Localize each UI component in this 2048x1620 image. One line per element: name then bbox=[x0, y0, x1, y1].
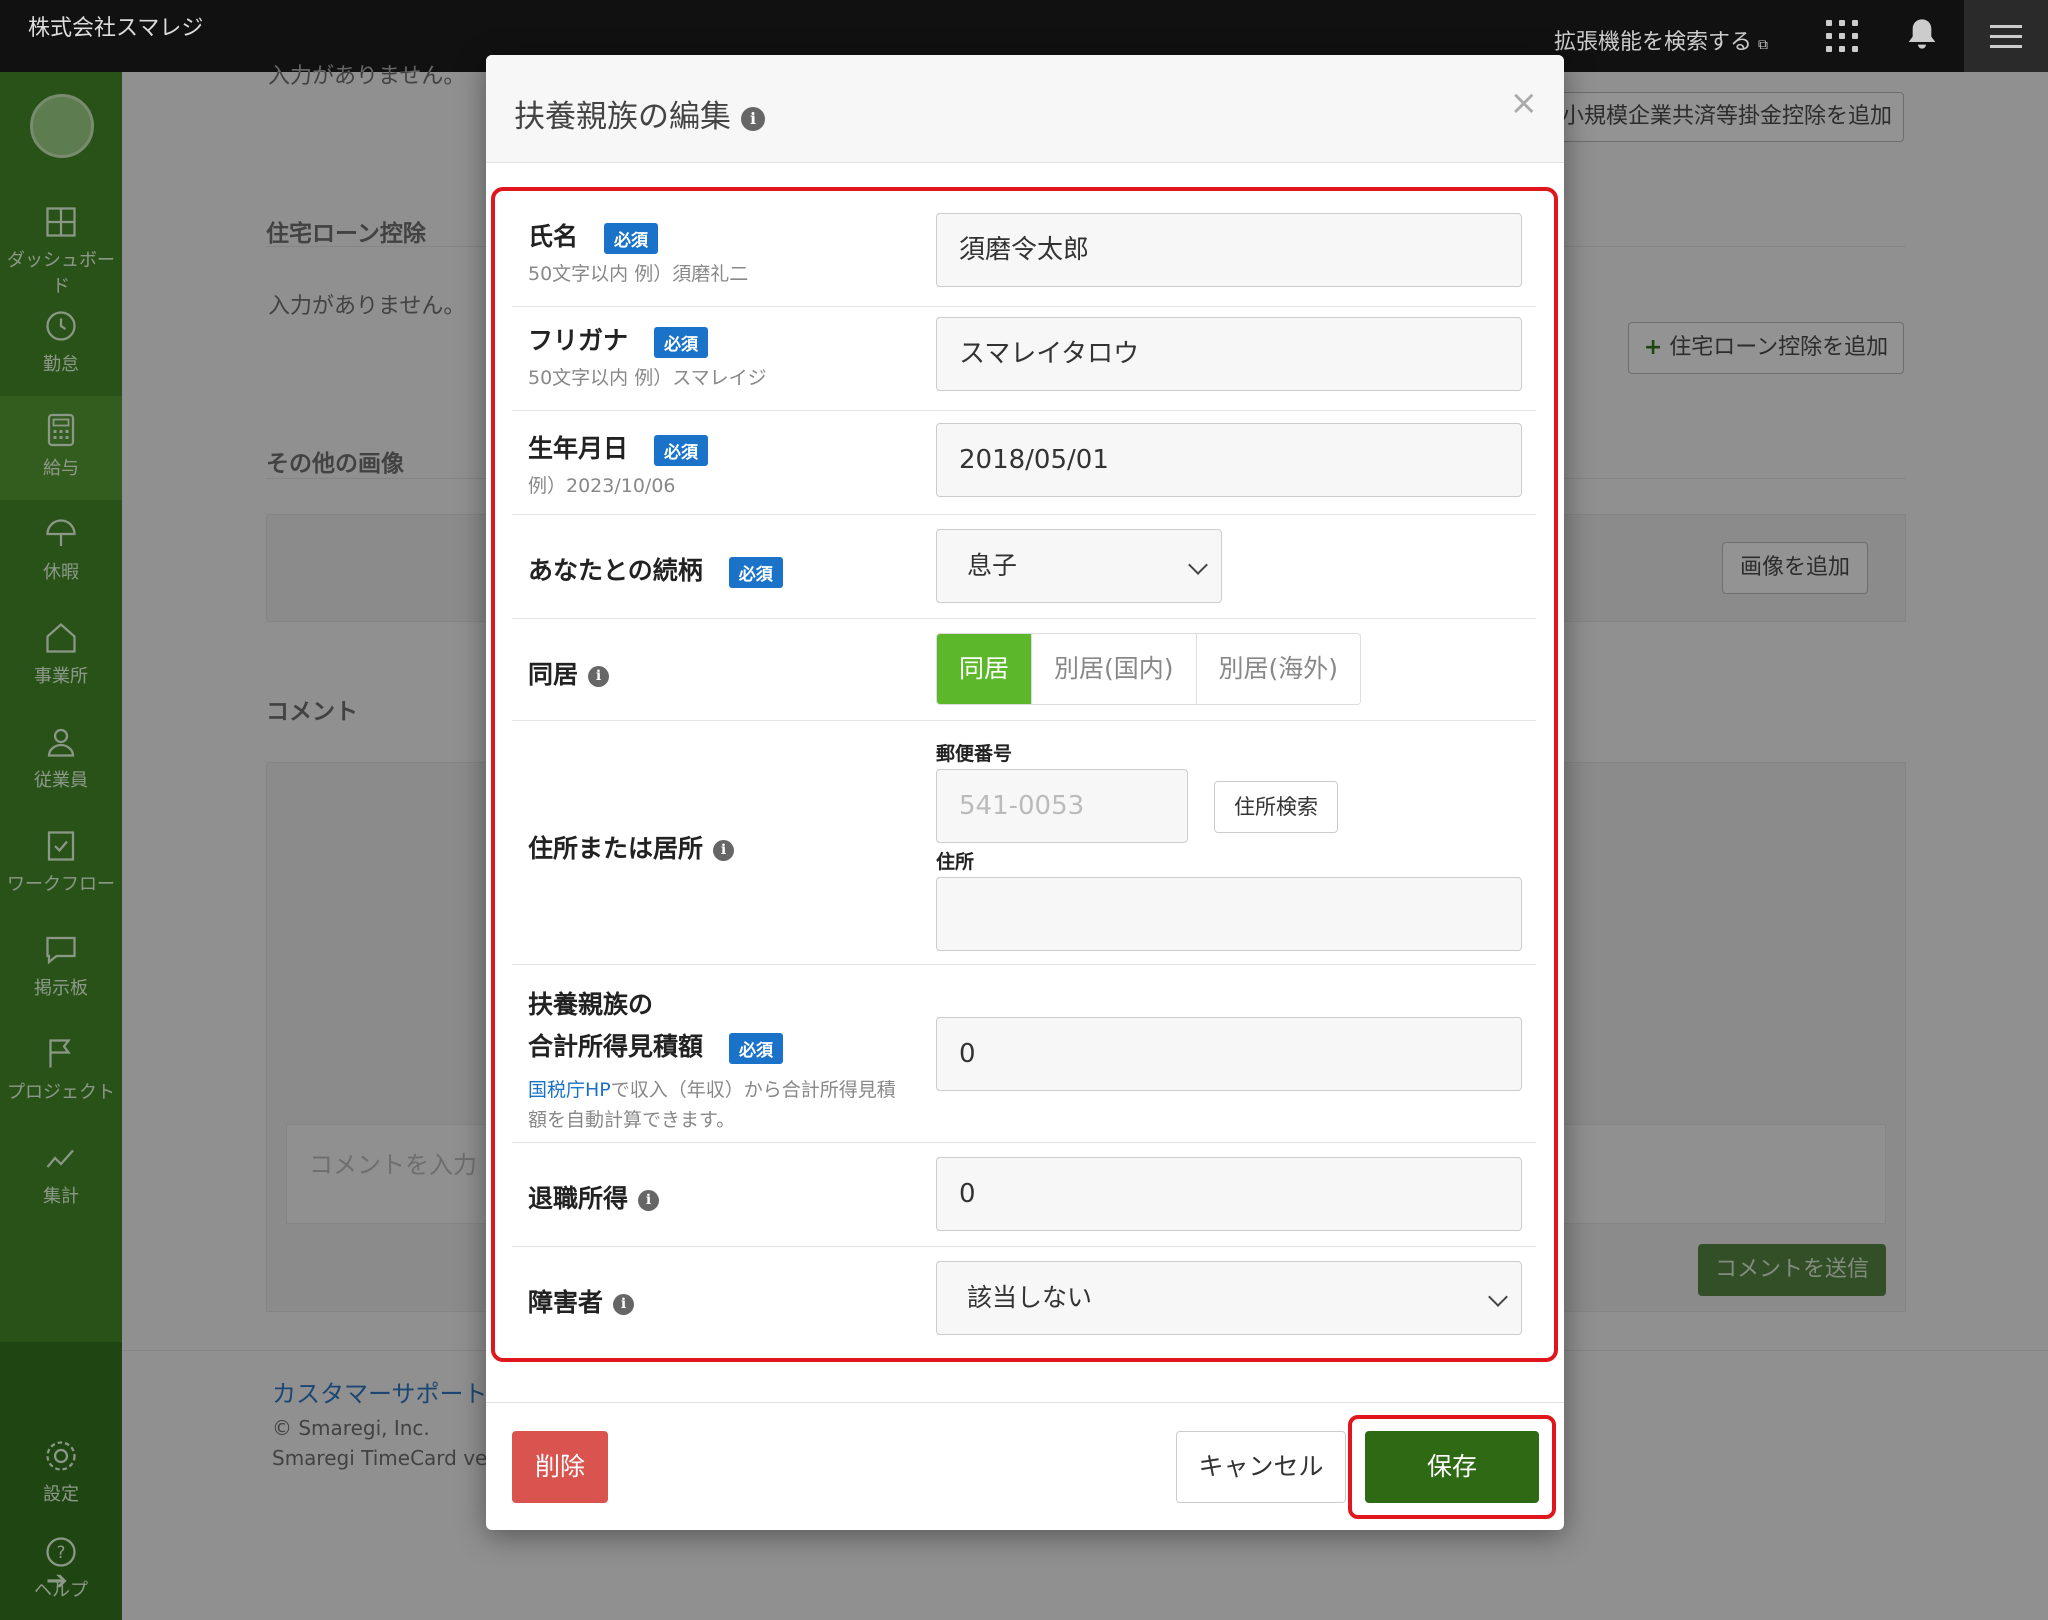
disability-label: 障害者 i bbox=[528, 1283, 635, 1319]
furigana-row: フリガナ 必須 50文字以内 例）スマレイジ スマレイタロウ bbox=[512, 307, 1536, 411]
name-input[interactable]: 須磨令太郎 bbox=[936, 213, 1522, 287]
info-icon[interactable]: i bbox=[741, 106, 765, 131]
close-icon[interactable]: × bbox=[1510, 83, 1539, 123]
name-hint: 50文字以内 例）須磨礼二 bbox=[528, 263, 749, 285]
birthdate-hint: 例）2023/10/06 bbox=[528, 475, 676, 497]
hamburger-icon[interactable] bbox=[1964, 0, 2048, 72]
relationship-label: あなたとの続柄 必須 bbox=[528, 551, 783, 588]
modal-footer: 削除 キャンセル 保存 bbox=[486, 1402, 1564, 1530]
info-icon[interactable]: i bbox=[713, 839, 735, 861]
address-search-button[interactable]: 住所検索 bbox=[1214, 781, 1338, 833]
income-row: 扶養親族の 合計所得見積額 必須 国税庁HPで収入（年収）から合計所得見積 額を自… bbox=[512, 965, 1536, 1143]
income-input[interactable]: 0 bbox=[936, 1017, 1522, 1091]
chevron-down-icon bbox=[1488, 1287, 1508, 1307]
income-hint: 国税庁HPで収入（年収）から合計所得見積 bbox=[528, 1079, 896, 1101]
address-sub-label: 住所 bbox=[936, 851, 975, 873]
chevron-down-icon bbox=[1188, 555, 1208, 575]
name-label: 氏名 必須 bbox=[528, 217, 659, 254]
relationship-select[interactable]: 息子 bbox=[936, 529, 1222, 603]
grid-icon[interactable] bbox=[1826, 20, 1858, 52]
retirement-income-input[interactable]: 0 bbox=[936, 1157, 1522, 1231]
cohabit-option-overseas[interactable]: 別居(海外) bbox=[1195, 634, 1361, 704]
income-label-line2: 合計所得見積額 必須 bbox=[528, 1027, 784, 1064]
retirement-income-label: 退職所得 i bbox=[528, 1179, 660, 1215]
info-icon[interactable]: i bbox=[638, 1189, 660, 1211]
cancel-button[interactable]: キャンセル bbox=[1176, 1431, 1346, 1503]
address-label: 住所または居所 i bbox=[528, 829, 735, 865]
furigana-label: フリガナ 必須 bbox=[528, 321, 709, 358]
birthdate-input[interactable]: 2018/05/01 bbox=[936, 423, 1522, 497]
cohabit-option-domestic[interactable]: 別居(国内) bbox=[1031, 634, 1196, 704]
nta-link[interactable]: 国税庁HP bbox=[528, 1079, 611, 1101]
birthdate-row: 生年月日 必須 例）2023/10/06 2018/05/01 bbox=[512, 411, 1536, 515]
required-badge: 必須 bbox=[604, 222, 659, 254]
disability-row: 障害者 i 該当しない bbox=[512, 1247, 1536, 1347]
retirement-income-row: 退職所得 i 0 bbox=[512, 1143, 1536, 1247]
company-name: 株式会社スマレジ bbox=[28, 16, 204, 41]
cohabit-label: 同居 i bbox=[528, 655, 610, 691]
save-button[interactable]: 保存 bbox=[1365, 1431, 1539, 1503]
furigana-hint: 50文字以内 例）スマレイジ bbox=[528, 367, 767, 389]
extension-search-link[interactable]: 拡張機能を検索する ⧉ bbox=[1554, 24, 1768, 56]
modal-title: 扶養親族の編集 i bbox=[514, 91, 765, 136]
address-row: 住所または居所 i 郵便番号 541-0053 住所検索 住所 bbox=[512, 721, 1536, 965]
info-icon[interactable]: i bbox=[613, 1293, 635, 1315]
info-icon[interactable]: i bbox=[588, 665, 610, 687]
required-badge: 必須 bbox=[654, 434, 709, 466]
name-row: 氏名 必須 50文字以内 例）須磨礼二 須磨令太郎 bbox=[512, 203, 1536, 307]
required-badge: 必須 bbox=[654, 326, 709, 358]
cohabit-segmented-control: 同居 別居(国内) 別居(海外) bbox=[936, 633, 1362, 705]
postal-code-input[interactable]: 541-0053 bbox=[936, 769, 1188, 843]
bell-icon[interactable] bbox=[1906, 16, 1938, 52]
income-label-line1: 扶養親族の bbox=[528, 990, 654, 1019]
cohabit-row: 同居 i 同居 別居(国内) 別居(海外) bbox=[512, 619, 1536, 721]
external-link-icon: ⧉ bbox=[1758, 37, 1768, 53]
relationship-row: あなたとの続柄 必須 息子 bbox=[512, 515, 1536, 619]
delete-button[interactable]: 削除 bbox=[512, 1431, 608, 1503]
required-badge: 必須 bbox=[728, 556, 783, 588]
cohabit-option-together[interactable]: 同居 bbox=[937, 634, 1032, 704]
address-input[interactable] bbox=[936, 877, 1522, 951]
disability-select[interactable]: 該当しない bbox=[936, 1261, 1522, 1335]
required-badge: 必須 bbox=[729, 1032, 784, 1064]
postal-code-label: 郵便番号 bbox=[936, 743, 1013, 765]
furigana-input[interactable]: スマレイタロウ bbox=[936, 317, 1522, 391]
birthdate-label: 生年月日 必須 bbox=[528, 429, 709, 466]
modal-header: 扶養親族の編集 i × bbox=[486, 55, 1564, 163]
income-hint-2: 額を自動計算できます。 bbox=[528, 1109, 736, 1131]
edit-dependent-modal: 扶養親族の編集 i × 氏名 必須 50文字以内 例）須磨礼二 須磨令太郎 フリガナ… bbox=[486, 55, 1564, 1530]
